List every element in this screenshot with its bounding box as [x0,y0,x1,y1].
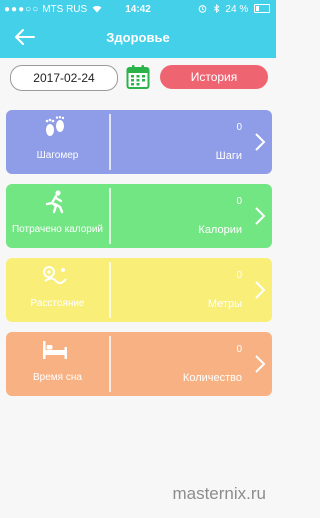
runner-icon [45,190,64,214]
bluetooth-icon [213,3,220,14]
status-bar: ●●●○○ MTS RUS 14:42 24 % [0,0,276,20]
chevron-right-icon [255,133,266,151]
card-name: Шагомер [36,150,79,161]
date-field[interactable]: 2017-02-24 [10,65,118,91]
calories-card[interactable]: Потрачено калорий 0 Калории [6,184,272,248]
card-name: Расстояние [30,298,85,309]
footprints-icon [45,116,65,136]
card-unit: Шаги [215,150,242,162]
card-divider [109,336,111,392]
card-unit: Метры [207,298,242,310]
chevron-right-icon [255,207,266,225]
watermark: masternix.ru [172,484,266,503]
app-header: ●●●○○ MTS RUS 14:42 24 % Здоровье [0,0,276,58]
card-name: Время сна [33,372,82,383]
card-unit: Количество [182,372,242,384]
sleep-card[interactable]: Время сна 0 Количество [6,332,272,396]
card-value: 0 [236,270,242,281]
battery-icon [254,4,270,13]
card-divider [109,188,111,244]
card-name: Потрачено калорий [11,224,104,235]
card-value: 0 [236,344,242,355]
page-title: Здоровье [106,30,170,45]
chevron-right-icon [255,281,266,299]
distance-card[interactable]: Расстояние 0 Метры [6,258,272,322]
card-value: 0 [236,196,242,207]
card-unit: Калории [198,224,242,236]
battery-percent: 24 % [225,4,249,15]
card-divider [109,114,111,170]
history-button[interactable]: История [160,65,268,89]
alarm-icon [198,5,207,13]
pedometer-card[interactable]: Шагомер 0 Шаги [6,110,272,174]
chevron-right-icon [255,355,266,373]
card-divider [109,262,111,318]
calendar-icon[interactable] [126,64,150,90]
card-value: 0 [236,122,242,133]
distance-icon [43,266,67,285]
bed-icon [43,341,67,359]
